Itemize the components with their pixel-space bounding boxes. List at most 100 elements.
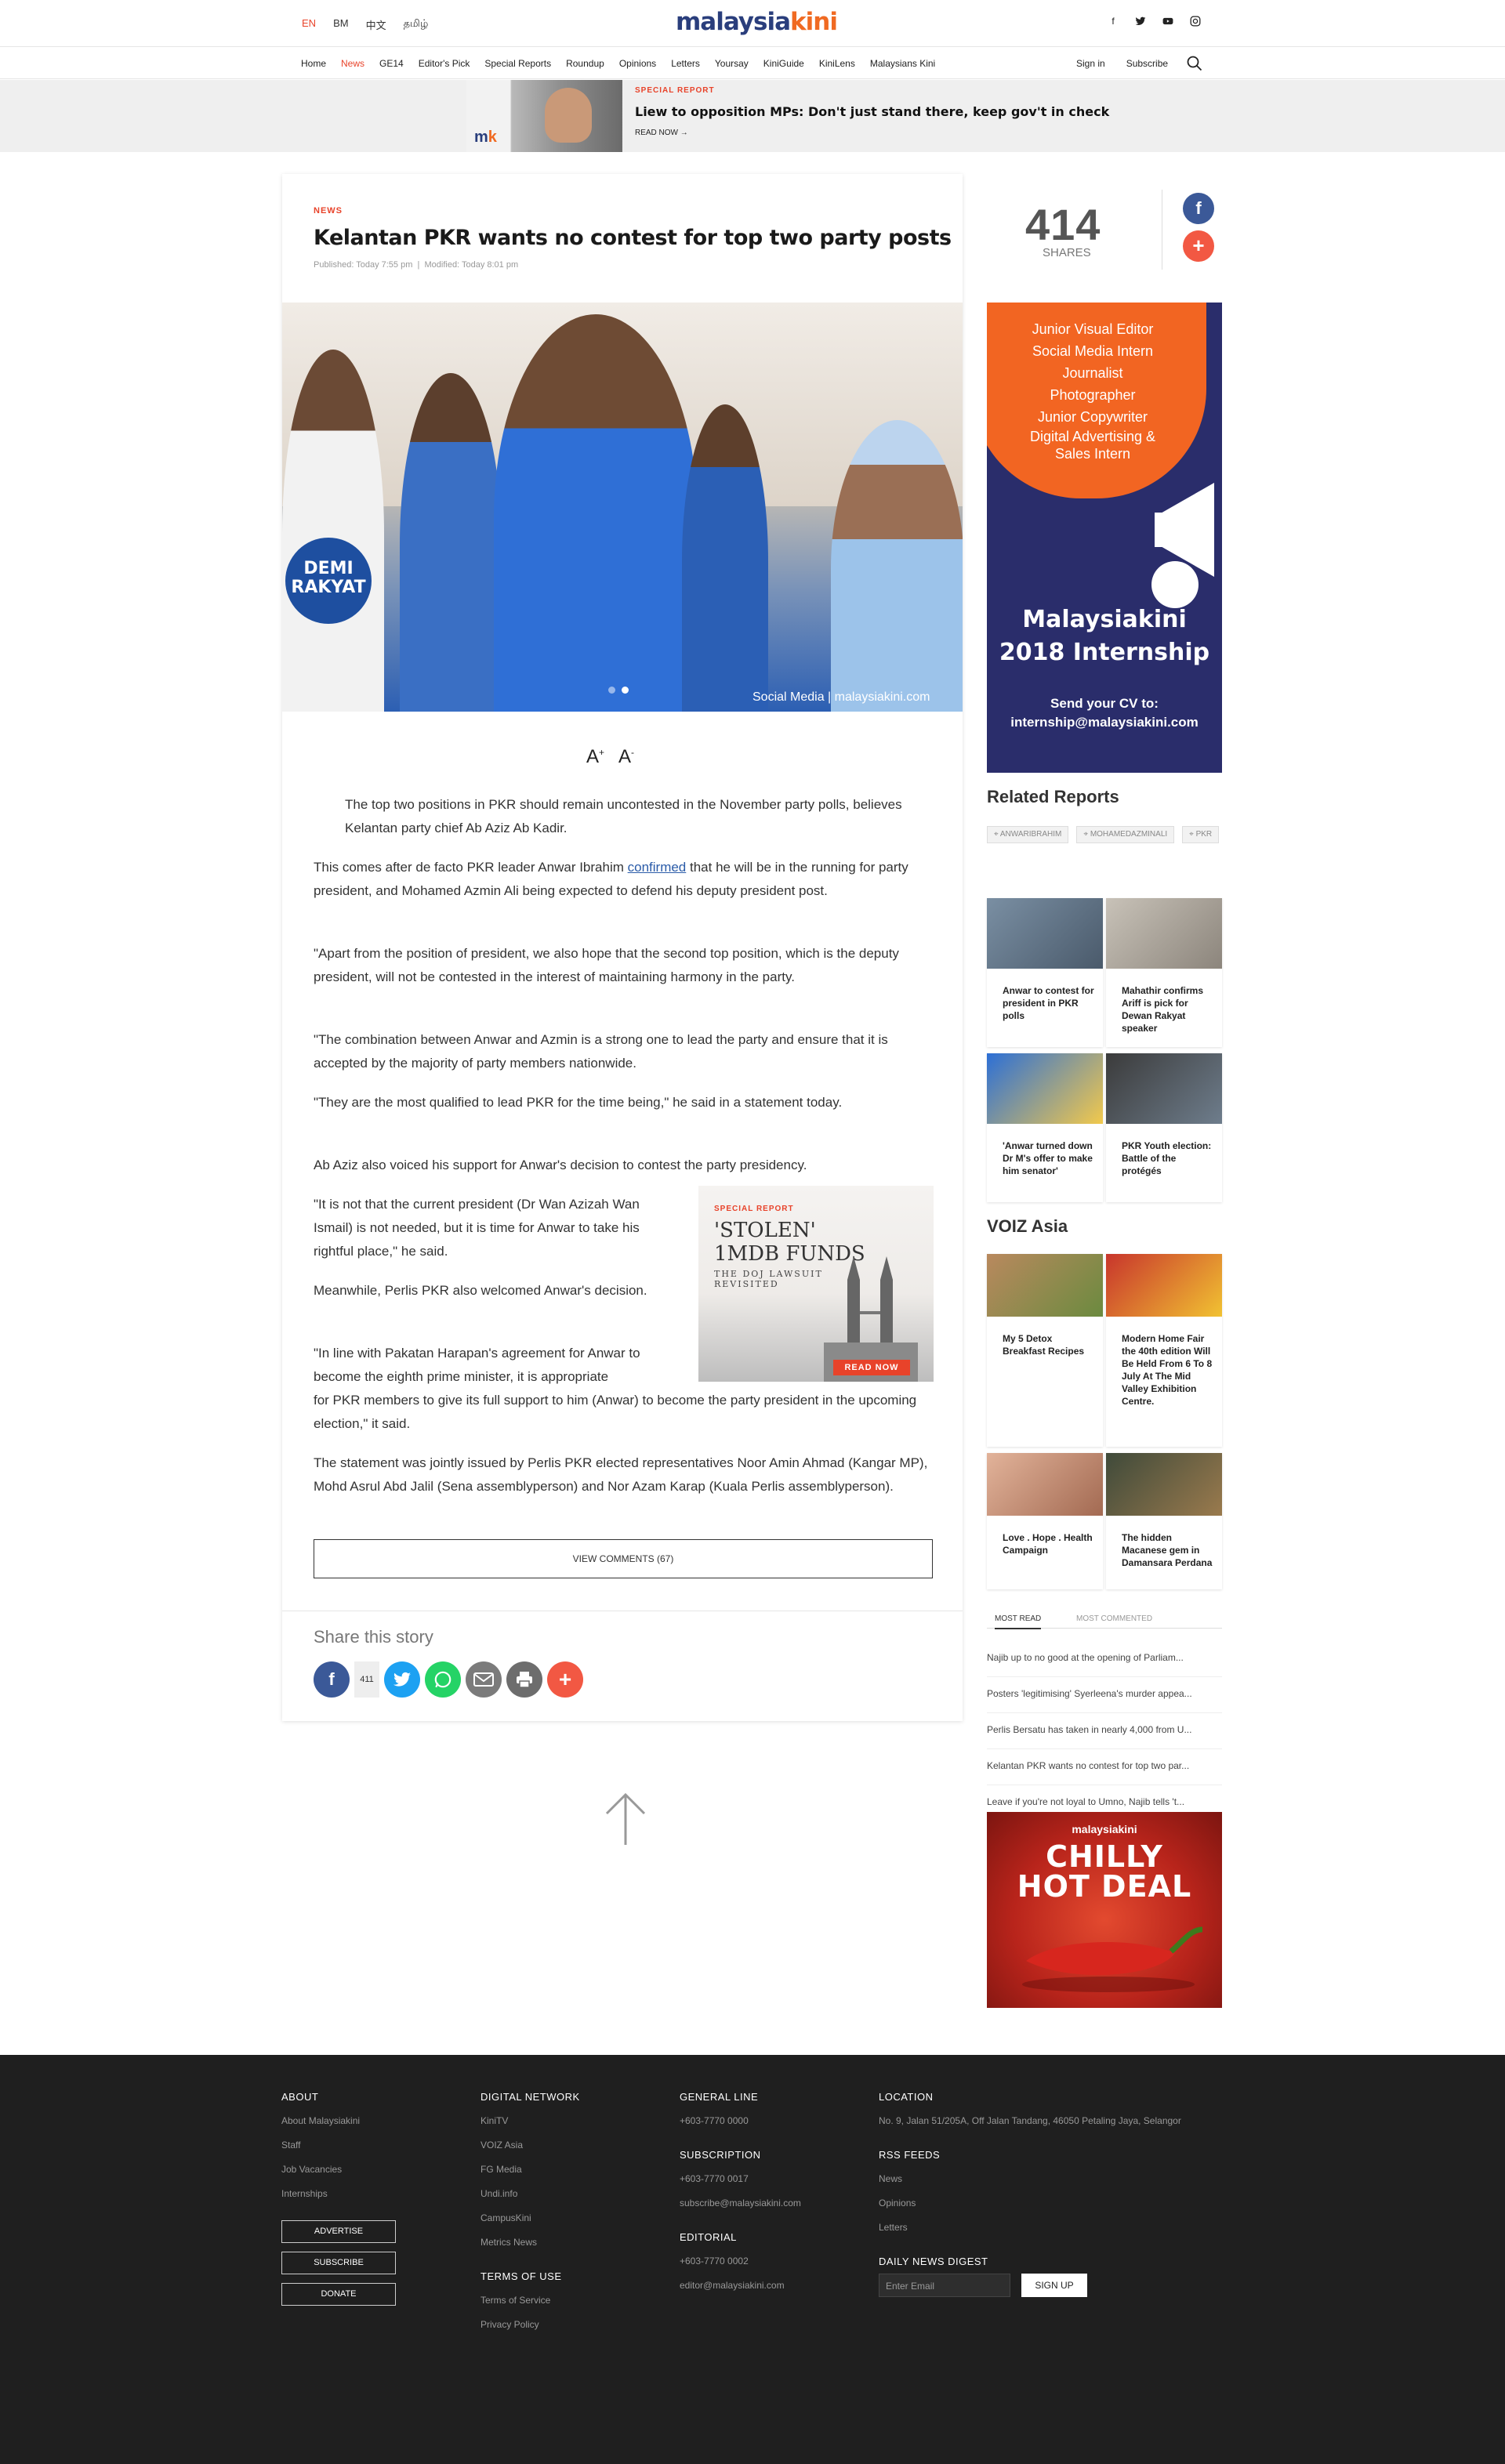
person-figure — [282, 350, 384, 712]
most-read-item[interactable]: Kelantan PKR wants no contest for top tw… — [987, 1749, 1222, 1785]
more-share-icon[interactable]: + — [1183, 230, 1214, 262]
donate-button[interactable]: DONATE — [281, 2283, 396, 2306]
newsletter-form: Enter Email SIGN UP — [879, 2274, 1181, 2297]
nav-special-reports[interactable]: Special Reports — [484, 58, 551, 69]
person-figure — [831, 420, 963, 712]
paragraph-text: This comes after de facto PKR leader Anw… — [314, 860, 628, 875]
voiz-card[interactable]: The hidden Macanese gem in Damansara Per… — [1106, 1453, 1222, 1589]
tag-chip[interactable]: ⌖ ANWARIBRAHIM — [987, 826, 1069, 843]
related-report-title: Mahathir confirms Ariff is pick for Dewa… — [1122, 985, 1204, 1034]
nav-letters[interactable]: Letters — [671, 58, 700, 69]
footer-link[interactable]: KiniTV — [481, 2109, 580, 2133]
most-read-item[interactable]: Posters 'legitimising' Syerleena's murde… — [987, 1677, 1222, 1713]
facebook-share-icon[interactable]: f — [314, 1661, 350, 1698]
lang-ta[interactable]: தமிழ் — [404, 17, 429, 32]
view-comments-button[interactable]: VIEW COMMENTS (67) — [314, 1539, 933, 1578]
search-icon[interactable] — [1185, 54, 1204, 73]
article-kicker[interactable]: NEWS — [314, 206, 343, 216]
nav-kiniguide[interactable]: KiniGuide — [763, 58, 804, 69]
tab-most-commented[interactable]: MOST COMMENTED — [1076, 1614, 1152, 1623]
newsletter-email-input[interactable]: Enter Email — [879, 2274, 1010, 2297]
article-hero-image[interactable]: DEMI RAKYAT Social Media | malaysiakini.c… — [282, 303, 963, 712]
chilly-hot-deal-ad[interactable]: malaysiakini CHILLY HOT DEAL — [987, 1812, 1222, 2008]
carousel-dot-active[interactable] — [622, 687, 629, 694]
lang-en[interactable]: EN — [302, 17, 316, 32]
youtube-icon[interactable] — [1162, 16, 1173, 27]
facebook-icon[interactable]: f — [1108, 16, 1119, 27]
nav-news[interactable]: News — [341, 58, 364, 69]
twitter-icon[interactable] — [1135, 16, 1146, 27]
lang-bm[interactable]: BM — [333, 17, 349, 32]
article-title: Kelantan PKR wants no contest for top tw… — [314, 226, 952, 250]
footer-heading: DIGITAL NETWORK — [481, 2091, 580, 2103]
related-report-card[interactable]: Mahathir confirms Ariff is pick for Dewa… — [1106, 898, 1222, 1047]
back-to-top-arrow-icon[interactable] — [600, 1792, 651, 1848]
footer-link[interactable]: News — [879, 2167, 1181, 2191]
chilly-ad-title-line: HOT DEAL — [1017, 1869, 1192, 1904]
footer-link[interactable]: Staff — [281, 2133, 396, 2158]
related-report-card[interactable]: 'Anwar turned down Dr M's offer to make … — [987, 1053, 1103, 1202]
most-read-item[interactable]: Najib up to no good at the opening of Pa… — [987, 1641, 1222, 1677]
subscribe-button[interactable]: SUBSCRIBE — [281, 2252, 396, 2274]
lang-zh[interactable]: 中文 — [366, 17, 386, 32]
tag-chip[interactable]: ⌖ MOHAMEDAZMINALI — [1076, 826, 1175, 843]
related-report-image — [987, 1053, 1103, 1124]
footer-location: LOCATION No. 9, Jalan 51/205A, Off Jalan… — [879, 2091, 1181, 2297]
footer-email[interactable]: subscribe@malaysiakini.com — [680, 2191, 801, 2216]
instagram-icon[interactable] — [1190, 16, 1201, 27]
tab-most-read[interactable]: MOST READ — [995, 1614, 1042, 1629]
ad-read-now-button[interactable]: READ NOW — [833, 1360, 910, 1375]
font-increase-button[interactable]: A+ — [586, 746, 604, 768]
internship-ad[interactable]: Junior Visual Editor Social Media Intern… — [987, 303, 1222, 773]
footer-link[interactable]: FG Media — [481, 2158, 580, 2182]
footer-link[interactable]: Privacy Policy — [481, 2313, 580, 2337]
person-figure — [400, 373, 502, 712]
confirmed-link[interactable]: confirmed — [628, 860, 687, 875]
footer-link[interactable]: VOIZ Asia — [481, 2133, 580, 2158]
footer-link[interactable]: Undi.info — [481, 2182, 580, 2206]
carousel-dot[interactable] — [608, 687, 615, 694]
twitter-share-icon[interactable] — [384, 1661, 420, 1698]
email-share-icon[interactable] — [466, 1661, 502, 1698]
nav-editors-pick[interactable]: Editor's Pick — [419, 58, 470, 69]
font-decrease-button[interactable]: A- — [618, 746, 634, 768]
footer-link[interactable]: Metrics News — [481, 2230, 580, 2255]
more-share-icon[interactable]: + — [547, 1661, 583, 1698]
nav-home[interactable]: Home — [301, 58, 326, 69]
voiz-card[interactable]: My 5 Detox Breakfast Recipes — [987, 1254, 1103, 1447]
voiz-card[interactable]: Love . Hope . Health Campaign — [987, 1453, 1103, 1589]
stolen-1mdb-funds-ad[interactable]: SPECIAL REPORT 'STOLEN' 1MDB FUNDS THE DO… — [698, 1186, 934, 1382]
nav-yoursay[interactable]: Yoursay — [715, 58, 749, 69]
special-report-read-link[interactable]: READ NOW → — [635, 129, 688, 137]
nav-ge14[interactable]: GE14 — [379, 58, 404, 69]
most-read-item[interactable]: Perlis Bersatu has taken in nearly 4,000… — [987, 1713, 1222, 1749]
nav-malaysians-kini[interactable]: Malaysians Kini — [870, 58, 935, 69]
footer-link[interactable]: Letters — [879, 2216, 1181, 2240]
subscribe-link[interactable]: Subscribe — [1126, 58, 1168, 69]
print-share-icon[interactable] — [506, 1661, 542, 1698]
advertise-button[interactable]: ADVERTISE — [281, 2220, 396, 2243]
footer-link[interactable]: Internships — [281, 2182, 396, 2206]
whatsapp-share-icon[interactable] — [425, 1661, 461, 1698]
newsletter-signup-button[interactable]: SIGN UP — [1021, 2274, 1087, 2297]
related-report-card[interactable]: PKR Youth election: Battle of the protég… — [1106, 1053, 1222, 1202]
footer-link[interactable]: CampusKini — [481, 2206, 580, 2230]
footer-link[interactable]: Terms of Service — [481, 2288, 580, 2313]
tag-chip[interactable]: ⌖ PKR — [1182, 826, 1220, 843]
footer-link[interactable]: About Malaysiakini — [281, 2109, 396, 2133]
related-report-card[interactable]: Anwar to contest for president in PKR po… — [987, 898, 1103, 1047]
main-nav: Home News GE14 Editor's Pick Special Rep… — [0, 48, 1505, 79]
footer-link[interactable]: Opinions — [879, 2191, 1181, 2216]
voiz-card[interactable]: Modern Home Fair the 40th edition Will B… — [1106, 1254, 1222, 1447]
footer-email[interactable]: editor@malaysiakini.com — [680, 2274, 801, 2298]
footer-phone: +603-7770 0017 — [680, 2173, 749, 2184]
tag-label: PKR — [1195, 830, 1213, 839]
signin-link[interactable]: Sign in — [1076, 58, 1105, 69]
nav-roundup[interactable]: Roundup — [566, 58, 604, 69]
site-logo[interactable]: malaysiakini — [676, 8, 838, 36]
nav-opinions[interactable]: Opinions — [619, 58, 656, 69]
special-report-title[interactable]: Liew to opposition MPs: Don't just stand… — [635, 104, 1109, 119]
footer-link[interactable]: Job Vacancies — [281, 2158, 396, 2182]
nav-kinilens[interactable]: KiniLens — [819, 58, 855, 69]
facebook-share-icon[interactable]: f — [1183, 193, 1214, 224]
